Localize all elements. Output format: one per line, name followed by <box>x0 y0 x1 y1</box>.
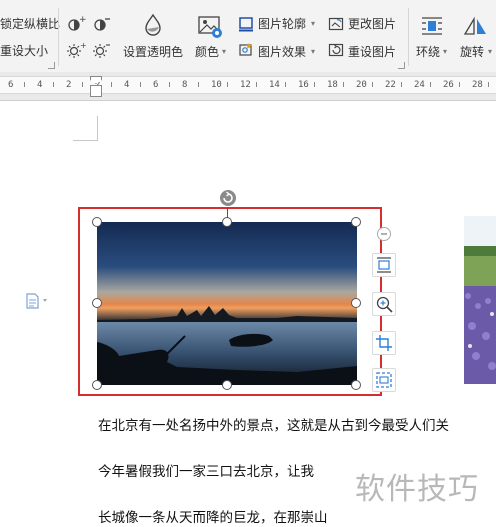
zoom-icon <box>376 296 393 313</box>
paragraph-1: 在北京有一处名扬中外的景点，这就是从古到今最受人们关 <box>98 418 449 434</box>
lock-aspect-ratio-checkbox[interactable]: 锁定纵横比 <box>0 17 60 31</box>
lavender-field-picture[interactable] <box>464 216 496 384</box>
transparent-color-icon[interactable] <box>140 12 166 38</box>
wrap-button[interactable]: 环绕 <box>416 45 440 59</box>
ruler-number: 10 <box>211 80 222 90</box>
ruler-number: 20 <box>356 80 367 90</box>
ruler-number: 4 <box>37 80 43 90</box>
resize-handle-left[interactable] <box>92 298 102 308</box>
picture-effects-icon <box>238 42 254 58</box>
ruler-number: 14 <box>269 80 280 90</box>
rotate-dropdown-icon[interactable]: ▾ <box>488 48 492 56</box>
layout-options-button[interactable] <box>372 253 396 277</box>
selection-highlight-box <box>78 207 382 396</box>
increase-brightness-icon[interactable]: + <box>66 40 88 60</box>
resize-handle-top-right[interactable] <box>351 217 361 227</box>
ruler-tick <box>285 82 286 87</box>
watermark-text: 软件技巧 <box>355 472 479 507</box>
left-indent-marker[interactable] <box>90 85 102 97</box>
ruler-tick <box>430 82 431 87</box>
svg-text:+: + <box>79 15 87 25</box>
reset-picture-icon <box>328 42 344 58</box>
ruler-number: 24 <box>414 80 425 90</box>
ruler-tick <box>459 82 460 87</box>
wrap-text-icon[interactable] <box>420 14 444 38</box>
resize-handle-top-left[interactable] <box>92 217 102 227</box>
ruler-number: 12 <box>240 80 251 90</box>
ruler-tick <box>314 82 315 87</box>
picture-tools-ribbon: 锁定纵横比 重设大小 + + 设置透明色 颜色 ▾ 图片轮廓 ▾ 图片效果 ▾ … <box>0 0 496 73</box>
picture-effects-button[interactable]: 图片效果 <box>258 45 306 59</box>
resize-handle-bottom[interactable] <box>222 380 232 390</box>
ruler-number: 28 <box>472 80 483 90</box>
ruler-tick <box>169 82 170 87</box>
ruler-tick <box>343 82 344 87</box>
ruler-tick <box>140 82 141 87</box>
ruler-tick <box>24 82 25 87</box>
wrap-dropdown-icon[interactable]: ▾ <box>443 48 447 56</box>
ruler-tick <box>82 82 83 87</box>
ribbon-separator <box>58 8 59 66</box>
ruler-number: 16 <box>298 80 309 90</box>
paragraph-tool-icon[interactable] <box>26 292 50 310</box>
horizontal-ruler[interactable]: 642246810121416182022242628 <box>0 72 496 101</box>
resize-handle-top[interactable] <box>222 217 232 227</box>
ruler-number: 2 <box>66 80 72 90</box>
effects-dropdown-icon[interactable]: ▾ <box>311 48 315 56</box>
ruler-tick <box>372 82 373 87</box>
crop-button[interactable] <box>372 331 396 355</box>
reset-size-button[interactable]: 重设大小 <box>0 44 48 58</box>
set-transparent-color-button[interactable]: 设置透明色 <box>123 45 183 59</box>
picture-outline-button[interactable]: 图片轮廓 <box>258 17 306 31</box>
size-group-launcher-icon[interactable] <box>48 62 55 69</box>
change-picture-button[interactable]: 更改图片 <box>348 17 396 31</box>
rotate-icon[interactable] <box>462 14 488 38</box>
reset-picture-button[interactable]: 重设图片 <box>348 45 396 59</box>
color-dropdown-icon[interactable]: ▾ <box>222 48 226 56</box>
paragraph-2: 今年暑假我们一家三口去北京，让我 <box>98 464 314 480</box>
ruler-number: 22 <box>385 80 396 90</box>
picture-group-launcher-icon[interactable] <box>398 62 405 69</box>
ruler-number: 26 <box>443 80 454 90</box>
zoom-preview-button[interactable] <box>372 292 396 316</box>
picture-outline-icon <box>238 16 254 32</box>
collapse-toolbar-icon[interactable] <box>376 226 392 242</box>
ruler-tick <box>401 82 402 87</box>
color-button[interactable]: 颜色 <box>195 45 219 59</box>
resize-handle-right[interactable] <box>351 298 361 308</box>
image-extract-button[interactable] <box>372 368 396 392</box>
ruler-number: 18 <box>327 80 338 90</box>
margin-corner-mark <box>97 116 98 140</box>
ruler-tick <box>111 82 112 87</box>
change-picture-icon <box>328 16 344 32</box>
ruler-tape: 642246810121416182022242628 <box>0 76 496 94</box>
ruler-number: 6 <box>8 80 14 90</box>
layout-options-icon <box>377 257 391 273</box>
ribbon-separator <box>408 8 409 66</box>
decrease-contrast-icon[interactable] <box>92 14 114 34</box>
picture-color-icon[interactable] <box>197 14 225 40</box>
ruler-tick <box>198 82 199 87</box>
svg-text:+: + <box>80 41 87 50</box>
ruler-tick <box>227 82 228 87</box>
ruler-tick <box>53 82 54 87</box>
margin-corner-mark <box>73 140 98 141</box>
paragraph-3: 长城像一条从天而降的巨龙，在那崇山 <box>98 510 328 526</box>
crop-icon <box>376 335 392 351</box>
ruler-number: 8 <box>182 80 188 90</box>
ruler-tick <box>488 82 489 87</box>
increase-contrast-icon[interactable]: + <box>66 14 88 34</box>
rotate-handle-icon[interactable] <box>219 189 237 207</box>
rotate-button[interactable]: 旋转 <box>460 45 484 59</box>
ruler-number: 6 <box>153 80 159 90</box>
ruler-number: 4 <box>124 80 130 90</box>
resize-handle-bottom-left[interactable] <box>92 380 102 390</box>
ruler-tick <box>256 82 257 87</box>
resize-handle-bottom-right[interactable] <box>351 380 361 390</box>
outline-dropdown-icon[interactable]: ▾ <box>311 20 315 28</box>
decrease-brightness-icon[interactable] <box>92 40 114 60</box>
image-extract-icon <box>376 372 392 388</box>
